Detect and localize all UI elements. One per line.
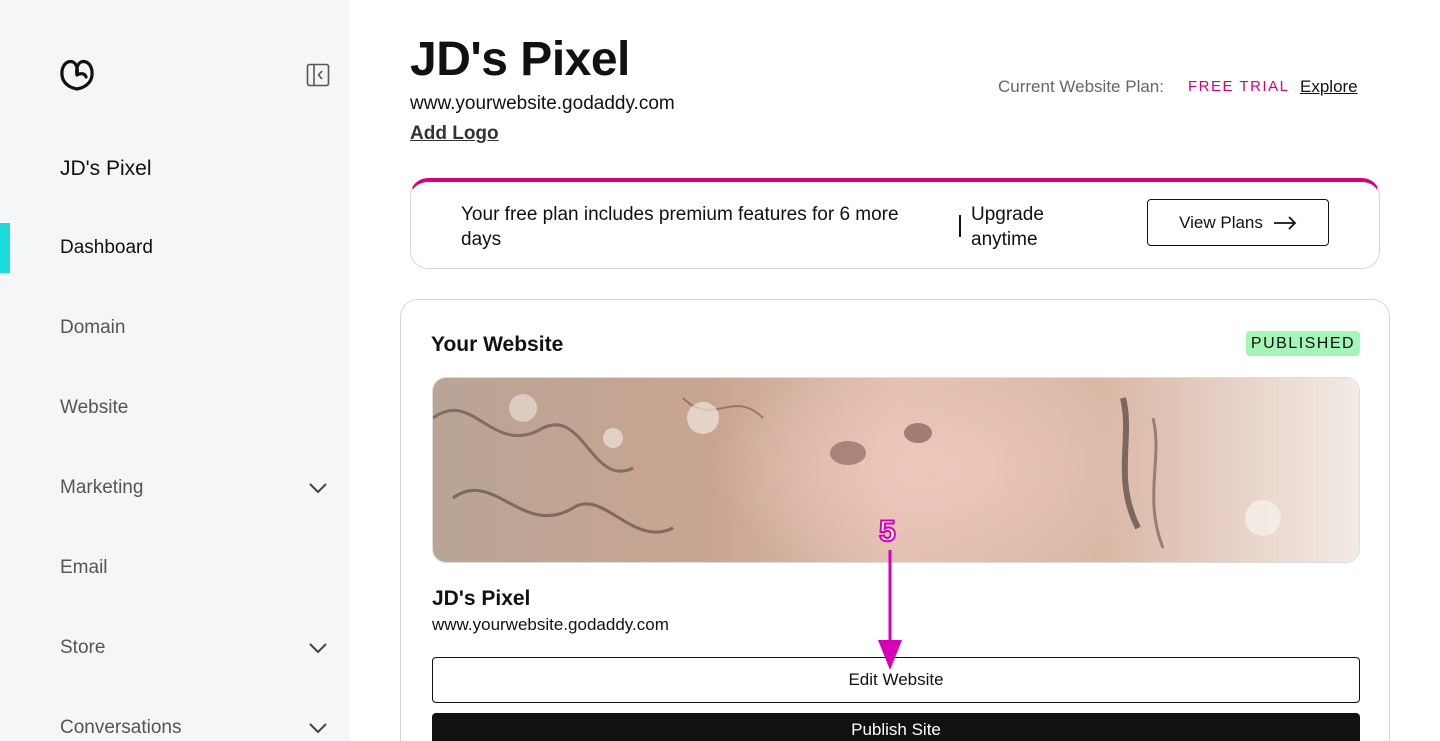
sidebar-item-label: Dashboard: [60, 237, 153, 258]
sidebar-item-dashboard[interactable]: Dashboard: [0, 223, 350, 273]
sidebar: JD's Pixel Dashboard Domain Website Mark…: [0, 0, 350, 741]
sidebar-item-domain[interactable]: Domain: [0, 303, 350, 353]
active-indicator: [0, 223, 10, 273]
arrow-down-icon: [878, 550, 902, 670]
sidebar-item-label: Store: [60, 637, 106, 658]
site-domain: www.yourwebsite.godaddy.com: [410, 93, 675, 114]
sidebar-item-email[interactable]: Email: [0, 543, 350, 593]
collapse-sidebar-icon[interactable]: [306, 63, 330, 87]
sidebar-item-website[interactable]: Website: [0, 383, 350, 433]
chevron-down-icon[interactable]: [306, 637, 330, 659]
banner-message: Your free plan includes premium features…: [461, 204, 899, 250]
arrow-right-icon: [1273, 215, 1297, 230]
view-plans-label: View Plans: [1179, 212, 1263, 232]
chevron-down-icon[interactable]: [306, 477, 330, 499]
banner-divider: [959, 215, 961, 237]
sidebar-item-label: Website: [60, 397, 129, 418]
sidebar-item-label: Marketing: [60, 477, 144, 498]
plan-status: FREE TRIAL: [1188, 78, 1290, 95]
status-badge: PUBLISHED: [1246, 331, 1360, 356]
page-title: JD's Pixel: [410, 33, 630, 86]
chevron-down-icon[interactable]: [306, 717, 330, 739]
banner-upgrade-text: Upgrade anytime: [971, 204, 1044, 250]
sidebar-item-store[interactable]: Store: [0, 623, 350, 673]
view-plans-button[interactable]: View Plans: [1147, 199, 1329, 246]
sidebar-item-label: Conversations: [60, 717, 182, 738]
explore-link[interactable]: Explore: [1300, 77, 1358, 97]
sidebar-item-conversations[interactable]: Conversations: [0, 703, 350, 741]
card-site-name: JD's Pixel: [432, 587, 531, 610]
sidebar-site-name: JD's Pixel: [60, 157, 152, 180]
free-trial-banner: Your free plan includes premium features…: [410, 178, 1380, 269]
step-number-label: 5: [878, 514, 897, 549]
sidebar-item-label: Email: [60, 557, 108, 578]
sidebar-item-label: Domain: [60, 317, 126, 338]
website-preview-image[interactable]: [432, 377, 1360, 563]
plan-label: Current Website Plan:: [998, 77, 1164, 96]
add-logo-link[interactable]: Add Logo: [410, 123, 499, 145]
card-site-domain: www.yourwebsite.godaddy.com: [432, 615, 669, 634]
publish-site-button[interactable]: Publish Site: [432, 713, 1360, 741]
godaddy-logo-icon[interactable]: [58, 56, 96, 92]
sidebar-item-marketing[interactable]: Marketing: [0, 463, 350, 513]
card-title: Your Website: [431, 333, 564, 356]
